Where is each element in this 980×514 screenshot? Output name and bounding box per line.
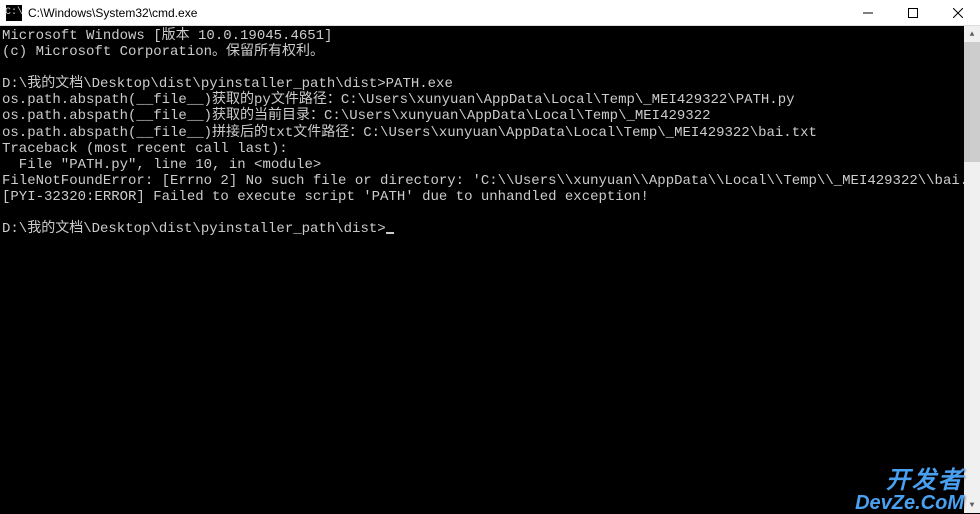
output-line: [PYI-32320:ERROR] Failed to execute scri… [2,189,649,205]
close-icon [953,8,963,18]
output-line: Microsoft Windows [版本 10.0.19045.4651] [2,28,332,44]
scroll-track[interactable] [964,42,980,497]
scroll-up-arrow-icon[interactable]: ▲ [964,26,980,42]
prompt-line: D:\我的文档\Desktop\dist\pyinstaller_path\di… [2,221,386,237]
output-line: Traceback (most recent call last): [2,141,288,157]
cursor [386,232,394,234]
console-wrapper: Microsoft Windows [版本 10.0.19045.4651] (… [0,26,980,513]
scroll-down-arrow-icon[interactable]: ▼ [964,497,980,513]
output-line: D:\我的文档\Desktop\dist\pyinstaller_path\di… [2,76,453,92]
minimize-button[interactable] [845,0,890,25]
output-line: os.path.abspath(__file__)获取的py文件路径：C:\Us… [2,92,795,108]
output-line: os.path.abspath(__file__)获取的当前目录：C:\User… [2,108,711,124]
vertical-scrollbar[interactable]: ▲ ▼ [964,26,980,513]
minimize-icon [863,8,873,18]
window-title: C:\Windows\System32\cmd.exe [28,6,845,20]
console-output[interactable]: Microsoft Windows [版本 10.0.19045.4651] (… [0,26,964,513]
output-line: os.path.abspath(__file__)拼接后的txt文件路径：C:\… [2,125,817,141]
scroll-thumb[interactable] [964,42,980,162]
terminal-window: C:\ C:\Windows\System32\cmd.exe Microsof… [0,0,980,513]
window-controls [845,0,980,25]
maximize-icon [908,8,918,18]
maximize-button[interactable] [890,0,935,25]
output-line: File "PATH.py", line 10, in <module> [2,157,321,173]
close-button[interactable] [935,0,980,25]
output-line: FileNotFoundError: [Errno 2] No such fil… [2,173,964,189]
titlebar[interactable]: C:\ C:\Windows\System32\cmd.exe [0,0,980,26]
cmd-icon: C:\ [6,5,22,21]
output-line: (c) Microsoft Corporation。保留所有权利。 [2,44,324,60]
